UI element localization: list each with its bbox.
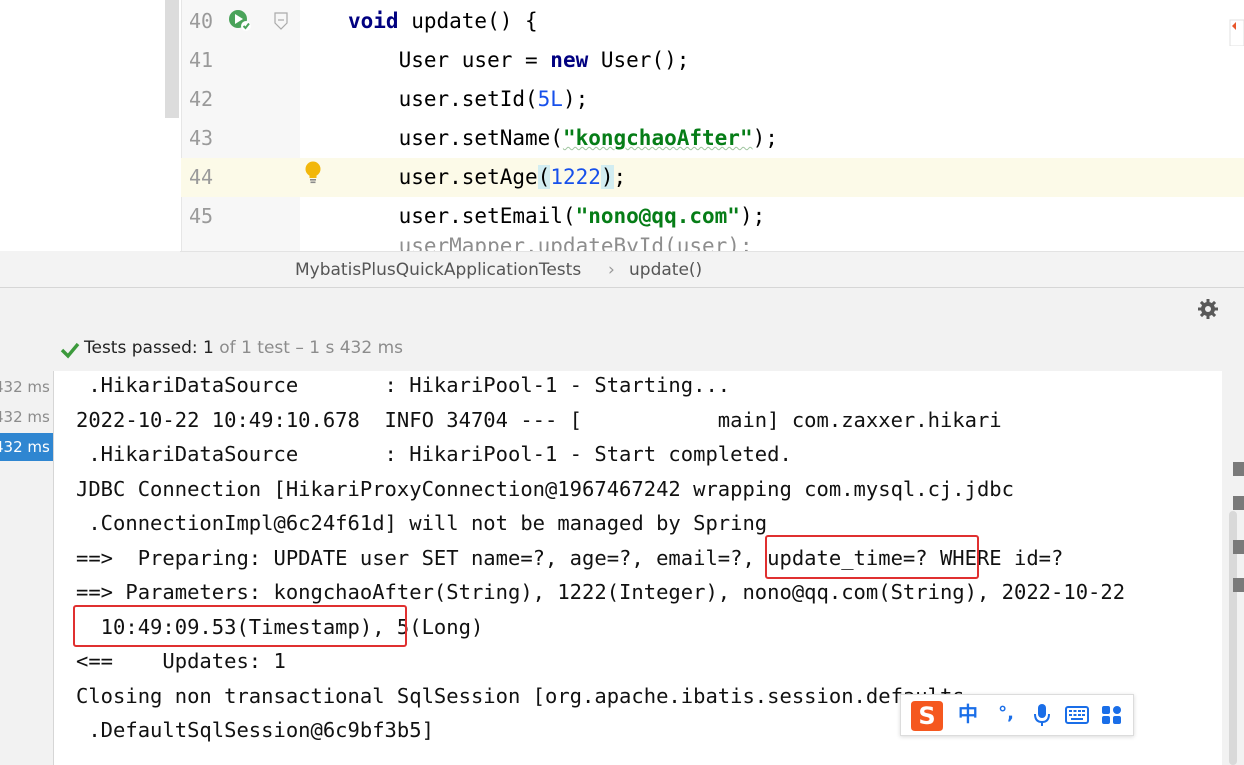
code-token: ); xyxy=(739,204,766,228)
highlight-box-timestamp xyxy=(73,605,407,647)
code-token: ); xyxy=(562,87,589,111)
scroll-to-end-icon[interactable] xyxy=(1233,496,1244,510)
breadcrumb: MybatisPlusQuickApplicationTests › updat… xyxy=(180,251,1244,288)
code-token: new xyxy=(550,48,589,72)
check-icon xyxy=(60,342,80,359)
code-token: user.setEmail( xyxy=(348,204,576,228)
breadcrumb-separator: › xyxy=(608,260,615,280)
status-details: of 1 test – 1 s 432 ms xyxy=(219,338,403,358)
code-token: 5L xyxy=(537,87,563,111)
code-token: user.setAge xyxy=(348,165,538,189)
breadcrumb-left-area xyxy=(0,251,180,287)
code-line[interactable]: 42 user.setId(5L); xyxy=(181,80,1244,119)
console-line: JDBC Connection [HikariProxyConnection@1… xyxy=(76,477,1014,501)
code-line-partial: userMapper.updateById(user); xyxy=(348,234,753,251)
test-tree-row[interactable]: 432 ms xyxy=(0,373,53,401)
run-toolwindow-header xyxy=(0,287,1244,328)
code-text: user.setAge(1222); xyxy=(348,158,626,197)
trash-icon[interactable] xyxy=(1233,578,1244,592)
code-text: void update() { xyxy=(348,2,538,41)
status-passed-count: 1 xyxy=(203,338,214,358)
console-line: .DefaultSqlSession@6c9bf3b5] xyxy=(76,718,434,742)
code-token: user.setName( xyxy=(348,126,563,150)
mic-icon[interactable] xyxy=(1031,703,1053,727)
console-line: .HikariDataSource : HikariPool-1 - Start… xyxy=(76,373,731,397)
print-icon[interactable] xyxy=(1233,540,1244,554)
test-tree-row[interactable]: 432 ms xyxy=(0,403,53,431)
code-token: "nono@qq.com" xyxy=(575,204,740,228)
code-text: user.setName("kongchaoAfter"); xyxy=(348,119,778,158)
highlight-box-update-time xyxy=(765,535,979,579)
code-line[interactable]: 41 User user = new User(); xyxy=(181,41,1244,80)
code-token: User(); xyxy=(588,48,690,72)
code-text: user.setEmail("nono@qq.com"); xyxy=(348,197,766,236)
code-line[interactable]: 44 user.setAge(1222); xyxy=(181,158,1244,197)
line-number: 40 xyxy=(189,9,214,33)
ime-punct-toggle[interactable]: °, xyxy=(991,701,1021,727)
test-status-text: Tests passed: 1 of 1 test – 1 s 432 ms xyxy=(84,338,403,358)
test-tree[interactable]: 432 ms 432 ms 432 ms xyxy=(0,371,54,765)
console-line: ==> Parameters: kongchaoAfter(String), 1… xyxy=(76,580,1126,604)
line-number: 43 xyxy=(189,126,214,150)
code-token: update() { xyxy=(398,9,538,33)
lightbulb-icon[interactable] xyxy=(303,160,323,184)
console-line: .ConnectionImpl@6c24f61d] will not be ma… xyxy=(76,511,768,535)
ime-toolbar[interactable]: S 中 °, xyxy=(900,694,1134,736)
console-line: .HikariDataSource : HikariPool-1 - Start… xyxy=(76,442,792,466)
keyboard-icon[interactable] xyxy=(1065,705,1089,725)
test-duration: 432 ms xyxy=(0,378,50,396)
line-number: 45 xyxy=(189,204,214,228)
code-token: "kongchaoAfter" xyxy=(562,126,753,150)
ime-lang-toggle[interactable]: 中 xyxy=(953,701,983,727)
console-line: Closing non transactional SqlSession [or… xyxy=(76,684,965,708)
code-token: ); xyxy=(752,126,778,150)
breadcrumb-class[interactable]: MybatisPlusQuickApplicationTests xyxy=(295,260,581,280)
code-line[interactable]: 40 void update() { xyxy=(181,2,1244,41)
code-token: 1222 xyxy=(550,165,601,189)
code-token: void xyxy=(348,9,399,33)
code-token: User user = xyxy=(348,48,551,72)
breadcrumb-method[interactable]: update() xyxy=(629,260,702,280)
gear-icon[interactable] xyxy=(1197,298,1219,320)
line-number: 42 xyxy=(189,87,214,111)
console-line: 2022-10-22 10:49:10.678 INFO 34704 --- [… xyxy=(76,408,1002,432)
app-logo-icon xyxy=(1229,19,1244,46)
console-line: <== Updates: 1 xyxy=(76,649,286,673)
project-panel-scrollbar[interactable] xyxy=(165,0,179,118)
code-token: ; xyxy=(613,165,627,189)
code-editor[interactable]: 40 void update() {41 User user = new User… xyxy=(0,0,1244,251)
line-number: 41 xyxy=(189,48,214,72)
line-number: 44 xyxy=(189,165,214,189)
code-line[interactable]: 43 user.setName("kongchaoAfter"); xyxy=(181,119,1244,158)
code-token: user.setId( xyxy=(348,87,538,111)
test-duration: 432 ms xyxy=(0,408,50,426)
code-text: User user = new User(); xyxy=(348,41,690,80)
fold-icon[interactable] xyxy=(274,12,288,30)
console-scrollbar[interactable] xyxy=(1222,371,1244,765)
grid-icon[interactable] xyxy=(1101,705,1123,725)
code-token: ) xyxy=(600,165,614,189)
test-duration: 432 ms xyxy=(0,438,50,456)
sogou-logo-icon[interactable]: S xyxy=(909,697,945,733)
svg-text:S: S xyxy=(918,702,935,730)
project-panel-edge xyxy=(0,0,165,251)
run-test-icon[interactable] xyxy=(228,8,252,32)
code-line[interactable]: 45 user.setEmail("nono@qq.com"); xyxy=(181,197,1244,236)
status-passed-label: Tests passed: xyxy=(84,338,198,358)
test-status-bar: Tests passed: 1 of 1 test – 1 s 432 ms xyxy=(0,327,1244,371)
code-text: user.setId(5L); xyxy=(348,80,589,119)
code-token: ( xyxy=(537,165,551,189)
test-tree-row-selected[interactable]: 432 ms xyxy=(0,433,53,461)
soft-wrap-icon[interactable] xyxy=(1233,462,1244,476)
